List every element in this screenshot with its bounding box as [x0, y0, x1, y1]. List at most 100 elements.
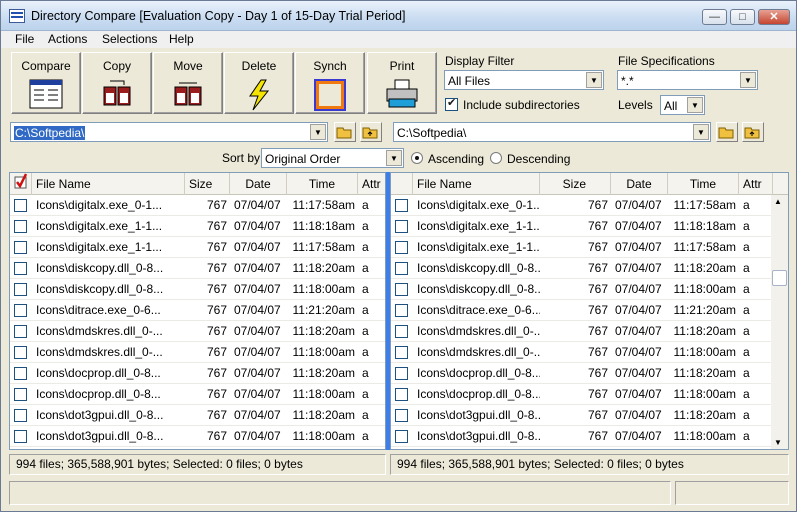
- right-table-row[interactable]: Icons\dmdskres.dll_0-... 767 07/04/07 11:18…: [391, 321, 788, 342]
- right-table-row[interactable]: Icons\dmdskres.dll_0-... 767 07/04/07 11:18…: [391, 342, 788, 363]
- right-table-row[interactable]: Icons\digitalx.exe_0-1... 767 07/04/07 11:1…: [391, 195, 788, 216]
- row-checkbox[interactable]: [14, 388, 27, 401]
- chevron-down-icon[interactable]: ▼: [386, 150, 402, 166]
- sort-by-select[interactable]: Original Order ▼: [261, 148, 404, 168]
- row-checkbox[interactable]: [14, 283, 27, 296]
- row-checkbox[interactable]: [14, 304, 27, 317]
- row-checkbox[interactable]: [395, 241, 408, 254]
- column-file-name[interactable]: File Name: [32, 173, 185, 195]
- right-table-row[interactable]: Icons\dot3gpui.dll_0-8... 767 07/04/07 11:1…: [391, 426, 788, 447]
- left-table-row[interactable]: Icons\dmdskres.dll_0-... 767 07/04/07 11:18…: [10, 342, 385, 363]
- levels-select[interactable]: All ▼: [660, 95, 705, 115]
- left-file-list[interactable]: File Name Size Date Time Attr Icons\digi…: [9, 172, 386, 450]
- left-table-row[interactable]: Icons\digitalx.exe_0-1... 767 07/04/07 11:1…: [10, 195, 385, 216]
- synch-button[interactable]: Synch: [295, 52, 365, 114]
- row-checkbox[interactable]: [14, 199, 27, 212]
- select-all-check-icon[interactable]: [10, 173, 32, 195]
- row-checkbox[interactable]: [395, 367, 408, 380]
- chevron-down-icon[interactable]: ▼: [687, 97, 703, 113]
- cell-date: 07/04/07: [234, 324, 281, 338]
- left-table-row[interactable]: Icons\ditrace.exe_0-6... 767 07/04/07 11:21…: [10, 300, 385, 321]
- right-browse-folder-button[interactable]: [716, 122, 738, 142]
- column-size[interactable]: Size: [540, 173, 611, 195]
- display-filter-select[interactable]: All Files ▼: [444, 70, 604, 90]
- right-table-row[interactable]: Icons\docprop.dll_0-8... 767 07/04/07 11:18…: [391, 384, 788, 405]
- minimize-button[interactable]: —: [702, 9, 727, 25]
- app-icon[interactable]: [9, 9, 25, 23]
- row-checkbox[interactable]: [395, 325, 408, 338]
- compare-button[interactable]: Compare: [11, 52, 81, 114]
- chevron-down-icon[interactable]: ▼: [740, 72, 756, 88]
- scroll-down-arrow-icon[interactable]: ▼: [774, 438, 782, 447]
- left-table-row[interactable]: Icons\dot3gpui.dll_0-8... 767 07/04/07 11:1…: [10, 405, 385, 426]
- left-table-row[interactable]: Icons\digitalx.exe_1-1... 767 07/04/07 11:1…: [10, 216, 385, 237]
- menu-file[interactable]: File: [15, 32, 34, 46]
- column-date[interactable]: Date: [611, 173, 668, 195]
- descending-radio[interactable]: [490, 152, 502, 164]
- right-table-row[interactable]: Icons\digitalx.exe_1-1... 767 07/04/07 11:1…: [391, 237, 788, 258]
- include-subdirs-checkbox[interactable]: [445, 96, 458, 111]
- menu-actions[interactable]: Actions: [48, 32, 87, 46]
- column-date[interactable]: Date: [230, 173, 287, 195]
- chevron-down-icon[interactable]: ▼: [310, 124, 326, 140]
- column-size[interactable]: Size: [185, 173, 230, 195]
- row-checkbox[interactable]: [395, 262, 408, 275]
- right-path-combo[interactable]: C:\Softpedia\ ▼: [393, 122, 711, 142]
- right-table-row[interactable]: Icons\diskcopy.dll_0-8... 767 07/04/07 11:1…: [391, 279, 788, 300]
- row-checkbox[interactable]: [14, 409, 27, 422]
- row-checkbox[interactable]: [14, 262, 27, 275]
- left-table-row[interactable]: Icons\docprop.dll_0-8... 767 07/04/07 11:18…: [10, 384, 385, 405]
- scrollbar-thumb[interactable]: [772, 270, 787, 286]
- row-checkbox[interactable]: [395, 199, 408, 212]
- right-parent-folder-button[interactable]: [742, 122, 764, 142]
- row-checkbox[interactable]: [14, 367, 27, 380]
- chevron-down-icon[interactable]: ▼: [586, 72, 602, 88]
- column-time[interactable]: Time: [668, 173, 739, 195]
- right-table-row[interactable]: Icons\ditrace.exe_0-6... 767 07/04/07 11:21…: [391, 300, 788, 321]
- close-button[interactable]: ✕: [758, 9, 790, 25]
- right-table-row[interactable]: Icons\dot3gpui.dll_0-8... 767 07/04/07 11:1…: [391, 405, 788, 426]
- left-table-row[interactable]: Icons\digitalx.exe_1-1... 767 07/04/07 11:1…: [10, 237, 385, 258]
- move-button[interactable]: Move: [153, 52, 223, 114]
- row-checkbox[interactable]: [14, 220, 27, 233]
- right-file-list[interactable]: File Name Size Date Time Attr Icons\digi…: [390, 172, 789, 450]
- row-checkbox[interactable]: [395, 430, 408, 443]
- row-checkbox[interactable]: [395, 388, 408, 401]
- row-checkbox[interactable]: [395, 283, 408, 296]
- right-table-row[interactable]: Icons\docprop.dll_0-8... 767 07/04/07 11:18…: [391, 363, 788, 384]
- left-parent-folder-button[interactable]: [360, 122, 382, 142]
- column-time[interactable]: Time: [287, 173, 358, 195]
- file-spec-combo[interactable]: *.* ▼: [617, 70, 758, 90]
- select-all-checkbox[interactable]: [391, 173, 413, 195]
- delete-button[interactable]: Delete: [224, 52, 294, 114]
- row-checkbox[interactable]: [14, 346, 27, 359]
- left-table-row[interactable]: Icons\diskcopy.dll_0-8... 767 07/04/07 11:1…: [10, 279, 385, 300]
- column-attr[interactable]: Attr: [358, 173, 385, 195]
- print-button[interactable]: Print: [367, 52, 437, 114]
- right-table-row[interactable]: Icons\digitalx.exe_1-1... 767 07/04/07 11:1…: [391, 216, 788, 237]
- chevron-down-icon[interactable]: ▼: [693, 124, 709, 140]
- menu-help[interactable]: Help: [169, 32, 194, 46]
- row-checkbox[interactable]: [14, 430, 27, 443]
- maximize-button[interactable]: □: [730, 9, 755, 25]
- row-checkbox[interactable]: [395, 304, 408, 317]
- right-table-row[interactable]: Icons\diskcopy.dll_0-8... 767 07/04/07 11:1…: [391, 258, 788, 279]
- left-table-row[interactable]: Icons\docprop.dll_0-8... 767 07/04/07 11:18…: [10, 363, 385, 384]
- left-table-row[interactable]: Icons\dot3gpui.dll_0-8... 767 07/04/07 11:1…: [10, 426, 385, 447]
- left-path-combo[interactable]: C:\Softpedia\ ▼: [10, 122, 328, 142]
- column-file-name[interactable]: File Name: [413, 173, 540, 195]
- left-table-row[interactable]: Icons\diskcopy.dll_0-8... 767 07/04/07 11:1…: [10, 258, 385, 279]
- row-checkbox[interactable]: [14, 241, 27, 254]
- left-table-row[interactable]: Icons\dmdskres.dll_0-... 767 07/04/07 11:18…: [10, 321, 385, 342]
- ascending-radio[interactable]: [411, 152, 423, 164]
- menu-selections[interactable]: Selections: [102, 32, 157, 46]
- copy-button[interactable]: Copy: [82, 52, 152, 114]
- row-checkbox[interactable]: [395, 409, 408, 422]
- column-attr[interactable]: Attr: [739, 173, 773, 195]
- row-checkbox[interactable]: [14, 325, 27, 338]
- row-checkbox[interactable]: [395, 346, 408, 359]
- right-vertical-scrollbar[interactable]: ▲ ▼: [771, 195, 788, 449]
- row-checkbox[interactable]: [395, 220, 408, 233]
- scroll-up-arrow-icon[interactable]: ▲: [774, 197, 782, 206]
- left-browse-folder-button[interactable]: [334, 122, 356, 142]
